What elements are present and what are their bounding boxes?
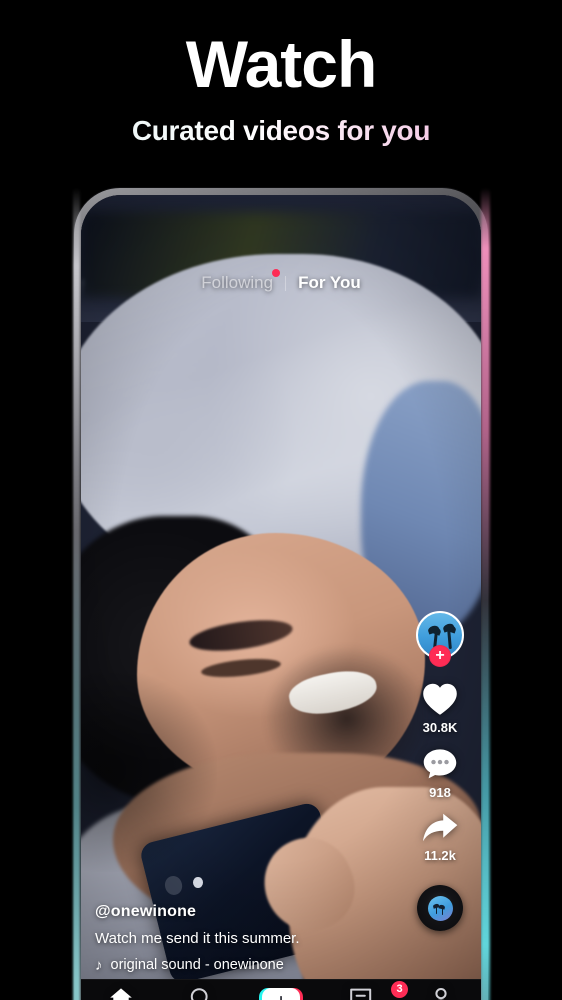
- palm-trunk-icon: [435, 905, 438, 914]
- nav-item-me[interactable]: Me: [405, 987, 477, 1000]
- share-arrow-icon[interactable]: [421, 812, 459, 844]
- tab-for-you[interactable]: For You: [296, 273, 363, 293]
- palm-trunk-icon: [441, 906, 444, 915]
- share-count: 11.2k: [424, 848, 456, 863]
- phone-screen: Following For You + 30.8K 918 11.2k @one…: [81, 195, 481, 1000]
- music-title: original sound - onewinone: [110, 957, 284, 973]
- tab-following[interactable]: Following: [199, 269, 281, 293]
- home-icon: [109, 987, 133, 1000]
- tab-divider: [285, 275, 287, 291]
- tab-following-label: Following: [201, 273, 274, 292]
- music-note-icon: ♪: [95, 956, 103, 974]
- feed-tabs: Following For You: [81, 269, 481, 293]
- heart-icon[interactable]: [421, 681, 459, 716]
- search-icon: [189, 987, 213, 1000]
- create-plus-glyph: +: [275, 991, 288, 1000]
- page-subtitle: Curated videos for you: [0, 115, 562, 147]
- promo-screenshot: Watch Curated videos for you Following F…: [0, 0, 562, 1000]
- page-title: Watch: [185, 27, 378, 101]
- tab-for-you-label: For You: [298, 273, 361, 292]
- video-caption: @onewinone Watch me send it this summer.…: [95, 903, 395, 973]
- nav-item-home[interactable]: Home: [85, 987, 157, 1000]
- notification-dot-icon: [272, 269, 281, 277]
- share-action[interactable]: 11.2k: [421, 812, 459, 863]
- caption-text: Watch me send it this summer.: [95, 930, 300, 947]
- music-disc-icon[interactable]: [417, 885, 463, 931]
- create-plus-icon[interactable]: +: [259, 988, 303, 1000]
- nav-item-create[interactable]: +: [245, 987, 317, 1000]
- like-action[interactable]: 30.8K: [421, 681, 459, 735]
- comment-action[interactable]: 918: [422, 747, 458, 800]
- creator-username[interactable]: @onewinone: [95, 903, 395, 921]
- creator-avatar-action[interactable]: +: [416, 611, 464, 669]
- bottom-navbar: Home Discover: [81, 979, 481, 1000]
- nav-item-inbox[interactable]: 3 Inbox: [325, 981, 408, 1000]
- music-attribution[interactable]: ♪ original sound - onewinone: [95, 957, 395, 973]
- comment-count: 918: [429, 785, 451, 800]
- comment-bubble-icon[interactable]: [422, 747, 458, 781]
- inbox-icon: 3: [349, 981, 408, 1000]
- music-album-art: [427, 895, 453, 921]
- phone-edge-highlight-left: [73, 188, 80, 1000]
- promo-header: Watch Curated videos for you: [0, 0, 562, 147]
- follow-plus-button[interactable]: +: [429, 645, 451, 667]
- action-rail: + 30.8K 918 11.2k: [409, 611, 471, 931]
- like-count: 30.8K: [422, 720, 458, 735]
- nav-item-discover[interactable]: Discover: [165, 987, 237, 1000]
- phone-edge-highlight-right: [481, 188, 490, 1000]
- phone-mockup: Following For You + 30.8K 918 11.2k @one…: [73, 188, 490, 1000]
- person-icon: [429, 987, 453, 1000]
